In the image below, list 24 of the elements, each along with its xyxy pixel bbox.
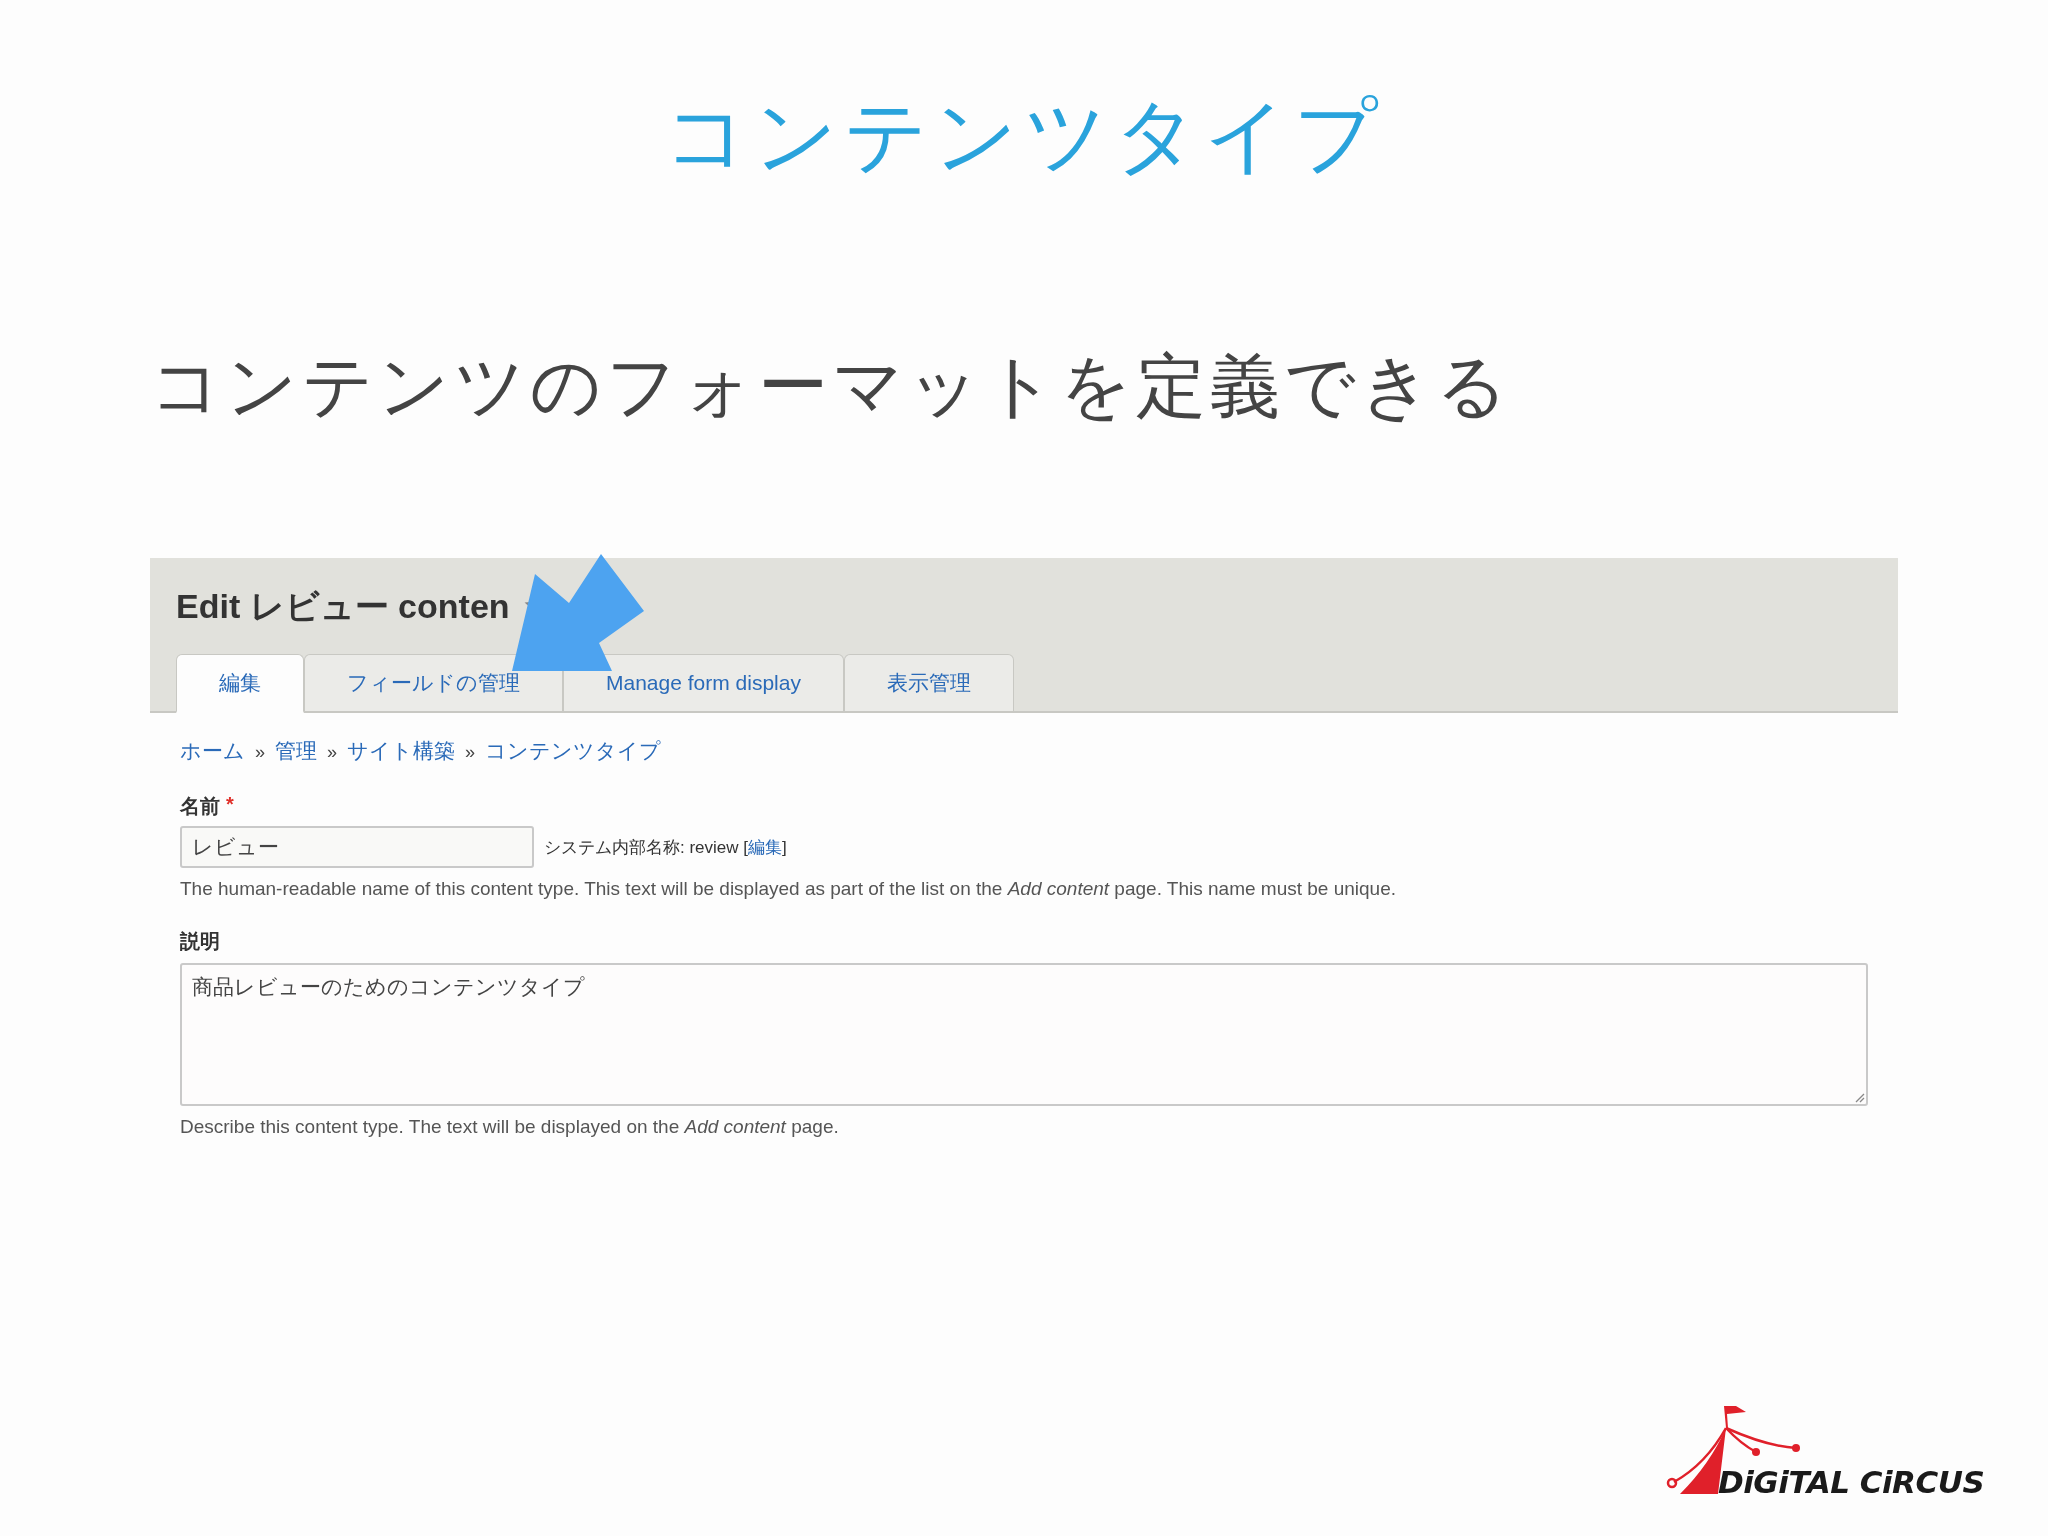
help-text: The human-readable name of this content type. This text will be displayed as part of the list on the Add content page. This name must be unique. bbox=[180, 878, 1398, 900]
breadcrumb-separator: » bbox=[327, 742, 338, 763]
required-mark: * bbox=[226, 793, 234, 817]
tab[interactable]: Manage form display bbox=[563, 654, 844, 713]
field-label: 名前 bbox=[180, 794, 220, 819]
field-label: 説明 bbox=[180, 929, 220, 954]
breadcrumb-separator: » bbox=[255, 742, 265, 763]
breadcrumb-separator: » bbox=[465, 742, 476, 763]
name-field[interactable]: レビュー bbox=[180, 826, 534, 868]
page-title: Edit レビュー conten bbox=[176, 586, 510, 627]
breadcrumb-link[interactable]: 管理 bbox=[275, 737, 317, 765]
machine-name: システム内部名称: review [編集] bbox=[544, 836, 787, 859]
description-field[interactable]: 商品レビューのためのコンテンツタイプ bbox=[180, 963, 1868, 1106]
slide-subtitle: コンテンツのフォーマットを定義できる bbox=[150, 344, 1513, 429]
slide-title: コンテンツタイプ bbox=[664, 87, 1384, 185]
tab[interactable]: フィールドの管理 bbox=[304, 654, 563, 713]
edit-link[interactable]: 編集 bbox=[748, 837, 783, 857]
breadcrumb-link[interactable]: ホーム bbox=[180, 737, 245, 765]
logo-text: DiGiTAL CiRCUS bbox=[1718, 1464, 1985, 1500]
tab[interactable]: 表示管理 bbox=[843, 654, 1014, 713]
breadcrumb-link[interactable]: サイト構築 bbox=[347, 737, 456, 765]
help-text: Describe this content type. The text will be displayed on the Add content page. bbox=[180, 1116, 840, 1138]
tab[interactable]: 編集 bbox=[176, 654, 304, 713]
breadcrumb-link[interactable]: コンテンツタイプ bbox=[485, 737, 662, 765]
